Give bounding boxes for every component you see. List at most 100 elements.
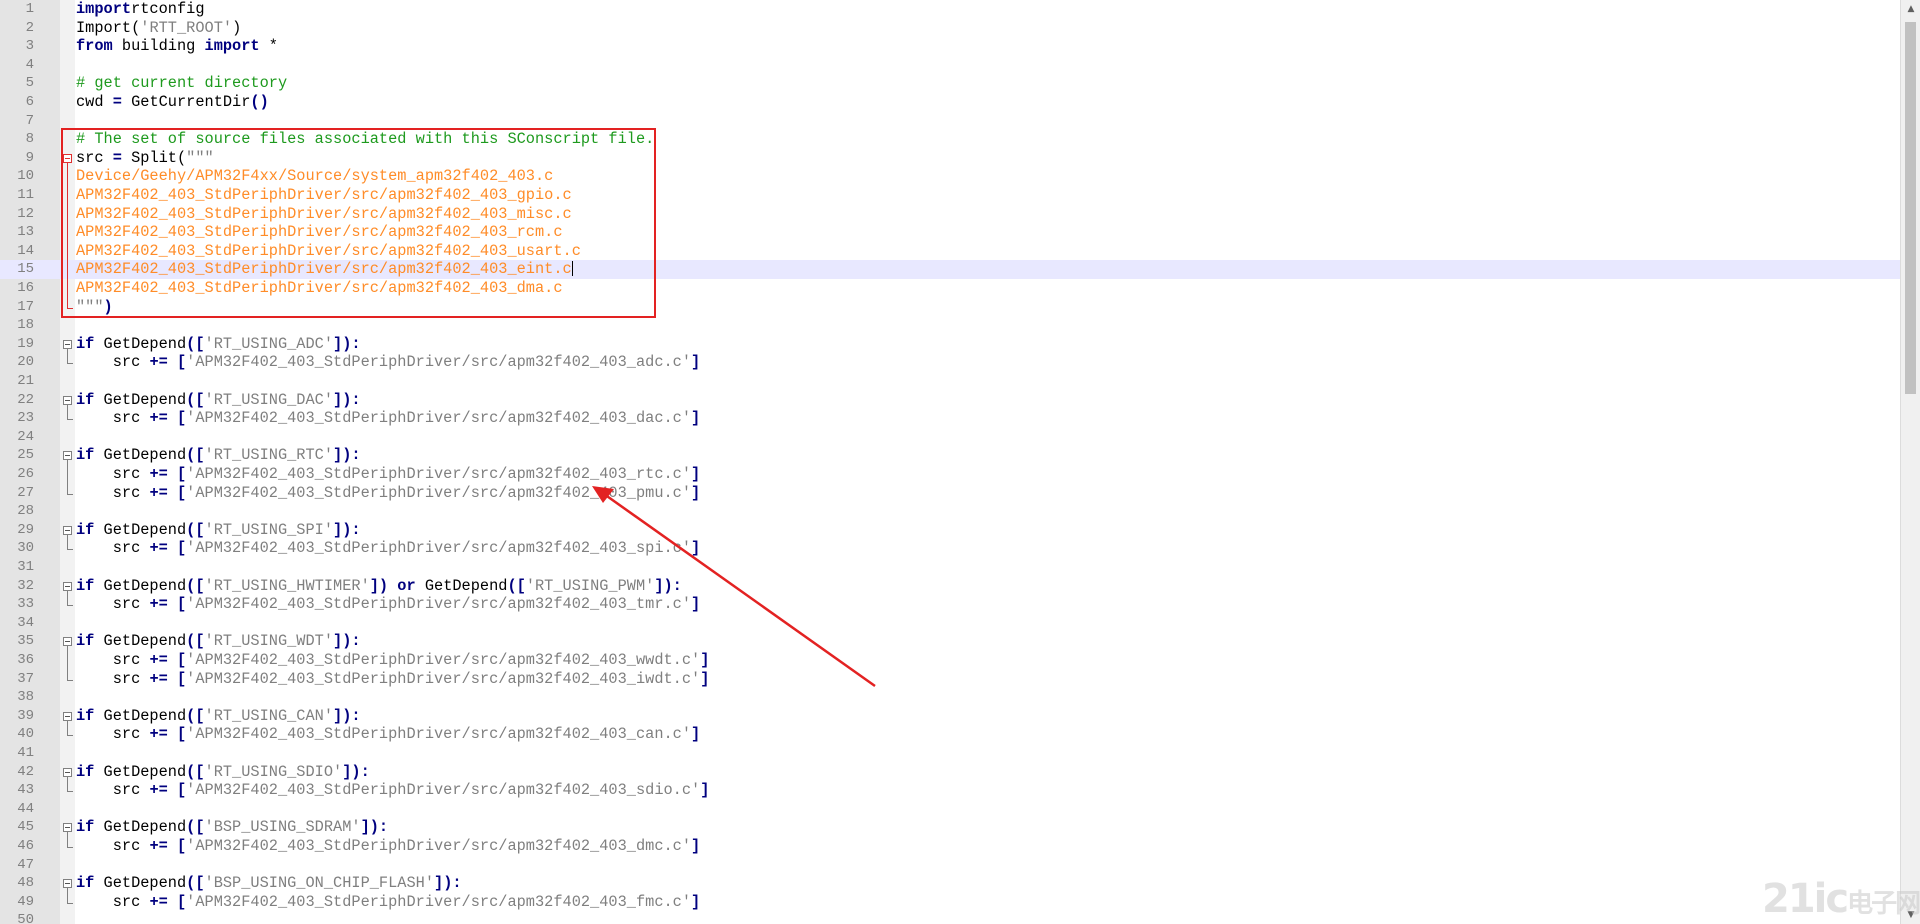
fold-toggle-icon[interactable] — [63, 153, 72, 163]
code-text[interactable]: # The set of source files associated wit… — [76, 130, 654, 149]
code-line[interactable]: 7 — [0, 112, 1900, 131]
code-text[interactable]: # get current directory — [76, 74, 287, 93]
code-line[interactable]: 19 if GetDepend(['RT_USING_ADC']): — [0, 335, 1900, 354]
code-line[interactable]: 28 — [0, 502, 1900, 521]
code-text[interactable]: src += ['APM32F402_403_StdPeriphDriver/s… — [76, 353, 701, 372]
code-line[interactable]: 5 # get current directory — [0, 74, 1900, 93]
code-line[interactable]: 36 src += ['APM32F402_403_StdPeriphDrive… — [0, 651, 1900, 670]
code-text[interactable]: src += ['APM32F402_403_StdPeriphDriver/s… — [76, 539, 701, 558]
code-line[interactable]: 16 APM32F402_403_StdPeriphDriver/src/apm3… — [0, 279, 1900, 298]
code-text[interactable]: if GetDepend(['RT_USING_RTC']): — [76, 446, 361, 465]
code-text[interactable]: Import('RTT_ROOT') — [76, 19, 241, 38]
code-text[interactable]: APM32F402_403_StdPeriphDriver/src/apm32f… — [76, 205, 572, 224]
code-text[interactable]: if GetDepend(['RT_USING_SDIO']): — [76, 763, 370, 782]
code-line[interactable]: 24 — [0, 428, 1900, 447]
fold-toggle-icon[interactable] — [63, 395, 72, 405]
code-line[interactable]: 31 — [0, 558, 1900, 577]
code-line[interactable]: 9 src = Split(""" — [0, 149, 1900, 168]
code-line[interactable]: 42 if GetDepend(['RT_USING_SDIO']): — [0, 763, 1900, 782]
fold-toggle-icon[interactable] — [63, 879, 72, 889]
fold-toggle-icon[interactable] — [63, 767, 72, 777]
code-line[interactable]: 3 from building import * — [0, 37, 1900, 56]
code-text[interactable]: src += ['APM32F402_403_StdPeriphDriver/s… — [76, 484, 701, 503]
code-line[interactable]: 27 src += ['APM32F402_403_StdPeriphDrive… — [0, 484, 1900, 503]
code-text[interactable]: Device/Geehy/APM32F4xx/Source/system_apm… — [76, 167, 553, 186]
fold-toggle-icon[interactable] — [63, 451, 72, 461]
code-text[interactable]: if GetDepend(['RT_USING_SPI']): — [76, 521, 361, 540]
code-line[interactable]: 45 if GetDepend(['BSP_USING_SDRAM']): — [0, 818, 1900, 837]
code-line[interactable]: 43 src += ['APM32F402_403_StdPeriphDrive… — [0, 781, 1900, 800]
code-text[interactable]: from building import * — [76, 37, 278, 56]
code-text[interactable]: src += ['APM32F402_403_StdPeriphDriver/s… — [76, 465, 701, 484]
code-line[interactable]: 29 if GetDepend(['RT_USING_SPI']): — [0, 521, 1900, 540]
code-text[interactable]: if GetDepend(['RT_USING_WDT']): — [76, 632, 361, 651]
code-line[interactable]: 41 — [0, 744, 1900, 763]
fold-toggle-icon[interactable] — [63, 339, 72, 349]
code-line[interactable]: 12 APM32F402_403_StdPeriphDriver/src/apm3… — [0, 205, 1900, 224]
code-text[interactable]: src += ['APM32F402_403_StdPeriphDriver/s… — [76, 595, 701, 614]
code-line[interactable]: 46 src += ['APM32F402_403_StdPeriphDrive… — [0, 837, 1900, 856]
code-line[interactable]: 1 importrtconfig — [0, 0, 1900, 19]
code-line[interactable]: 11 APM32F402_403_StdPeriphDriver/src/apm3… — [0, 186, 1900, 205]
code-text[interactable]: APM32F402_403_StdPeriphDriver/src/apm32f… — [76, 186, 572, 205]
code-text[interactable]: if GetDepend(['RT_USING_CAN']): — [76, 707, 361, 726]
code-text[interactable]: APM32F402_403_StdPeriphDriver/src/apm32f… — [76, 260, 573, 279]
code-text[interactable]: src += ['APM32F402_403_StdPeriphDriver/s… — [76, 670, 710, 689]
vertical-scrollbar[interactable]: ▲ ▼ — [1900, 0, 1920, 924]
code-line[interactable]: 32 if GetDepend(['RT_USING_HWTIMER']) or … — [0, 577, 1900, 596]
code-line[interactable]: 44 — [0, 800, 1900, 819]
code-text[interactable]: APM32F402_403_StdPeriphDriver/src/apm32f… — [76, 242, 581, 261]
code-line[interactable]: 20 src += ['APM32F402_403_StdPeriphDrive… — [0, 353, 1900, 372]
code-line[interactable]: 17 """) — [0, 298, 1900, 317]
code-line[interactable]: 33 src += ['APM32F402_403_StdPeriphDrive… — [0, 595, 1900, 614]
code-line[interactable]: 37 src += ['APM32F402_403_StdPeriphDrive… — [0, 670, 1900, 689]
scroll-up-arrow-icon[interactable]: ▲ — [1901, 0, 1920, 18]
fold-toggle-icon[interactable] — [63, 711, 72, 721]
code-line[interactable]: 49 src += ['APM32F402_403_StdPeriphDrive… — [0, 893, 1900, 912]
fold-toggle-icon[interactable] — [63, 637, 72, 647]
code-line[interactable]: 10 Device/Geehy/APM32F4xx/Source/system_a… — [0, 167, 1900, 186]
code-line[interactable]: 22 if GetDepend(['RT_USING_DAC']): — [0, 391, 1900, 410]
code-line[interactable]: 14 APM32F402_403_StdPeriphDriver/src/apm3… — [0, 242, 1900, 261]
code-text[interactable]: if GetDepend(['RT_USING_DAC']): — [76, 391, 361, 410]
code-text[interactable]: src = Split(""" — [76, 149, 214, 168]
code-text[interactable]: cwd = GetCurrentDir() — [76, 93, 269, 112]
code-line[interactable]: 25 if GetDepend(['RT_USING_RTC']): — [0, 446, 1900, 465]
code-text[interactable]: src += ['APM32F402_403_StdPeriphDriver/s… — [76, 837, 701, 856]
fold-toggle-icon[interactable] — [63, 581, 72, 591]
code-line[interactable]: 21 — [0, 372, 1900, 391]
code-line[interactable]: 2 Import('RTT_ROOT') — [0, 19, 1900, 38]
code-line[interactable]: 23 src += ['APM32F402_403_StdPeriphDrive… — [0, 409, 1900, 428]
code-text[interactable]: APM32F402_403_StdPeriphDriver/src/apm32f… — [76, 279, 563, 298]
code-text[interactable]: if GetDepend(['BSP_USING_SDRAM']): — [76, 818, 388, 837]
code-text[interactable]: src += ['APM32F402_403_StdPeriphDriver/s… — [76, 409, 701, 428]
code-text[interactable]: if GetDepend(['BSP_USING_ON_CHIP_FLASH']… — [76, 874, 462, 893]
code-line[interactable]: 4 — [0, 56, 1900, 75]
code-line[interactable]: 50 — [0, 911, 1900, 924]
code-line[interactable]: 39 if GetDepend(['RT_USING_CAN']): — [0, 707, 1900, 726]
code-text[interactable]: if GetDepend(['RT_USING_ADC']): — [76, 335, 361, 354]
code-line[interactable]: 47 — [0, 856, 1900, 875]
code-text[interactable]: src += ['APM32F402_403_StdPeriphDriver/s… — [76, 651, 710, 670]
scroll-thumb[interactable] — [1905, 22, 1916, 394]
code-line[interactable]: 40 src += ['APM32F402_403_StdPeriphDrive… — [0, 725, 1900, 744]
code-line[interactable]: 48 if GetDepend(['BSP_USING_ON_CHIP_FLASH… — [0, 874, 1900, 893]
code-text[interactable]: if GetDepend(['RT_USING_HWTIMER']) or Ge… — [76, 577, 682, 596]
code-line[interactable]: 13 APM32F402_403_StdPeriphDriver/src/apm3… — [0, 223, 1900, 242]
code-line[interactable]: 34 — [0, 614, 1900, 633]
code-text[interactable]: src += ['APM32F402_403_StdPeriphDriver/s… — [76, 781, 710, 800]
fold-toggle-icon[interactable] — [63, 823, 72, 833]
code-line[interactable]: 6 cwd = GetCurrentDir() — [0, 93, 1900, 112]
code-text[interactable]: APM32F402_403_StdPeriphDriver/src/apm32f… — [76, 223, 563, 242]
code-line[interactable]: 26 src += ['APM32F402_403_StdPeriphDrive… — [0, 465, 1900, 484]
code-text[interactable]: src += ['APM32F402_403_StdPeriphDriver/s… — [76, 893, 701, 912]
code-text[interactable]: importrtconfig — [76, 0, 205, 19]
code-line[interactable]: 18 — [0, 316, 1900, 335]
code-text[interactable]: src += ['APM32F402_403_StdPeriphDriver/s… — [76, 725, 701, 744]
code-line[interactable]: 15 APM32F402_403_StdPeriphDriver/src/apm3… — [0, 260, 1900, 279]
code-line[interactable]: 8 # The set of source files associated wi… — [0, 130, 1900, 149]
code-line[interactable]: 38 — [0, 688, 1900, 707]
fold-toggle-icon[interactable] — [63, 525, 72, 535]
code-text[interactable]: """) — [76, 298, 113, 317]
code-line[interactable]: 30 src += ['APM32F402_403_StdPeriphDrive… — [0, 539, 1900, 558]
